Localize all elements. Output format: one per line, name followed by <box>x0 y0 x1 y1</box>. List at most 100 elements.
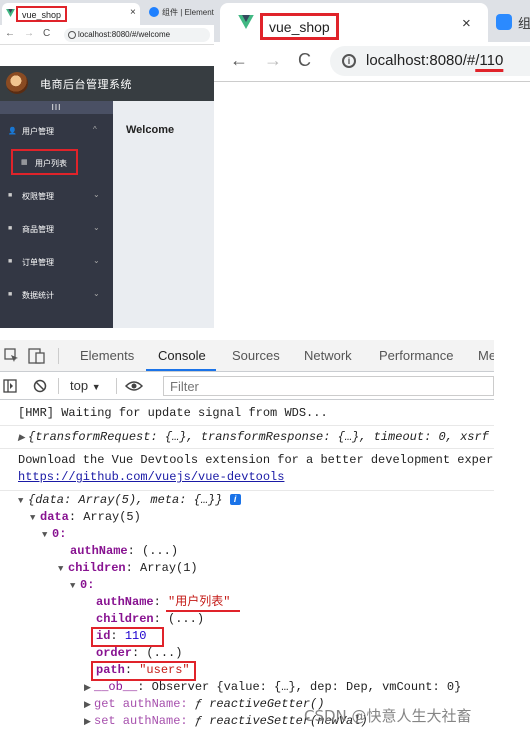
sidebar-toggle-icon[interactable] <box>3 379 17 393</box>
main-content: Welcome <box>113 101 214 328</box>
context-value: top <box>70 378 89 393</box>
address-bar[interactable]: i localhost:8080/#/110 <box>330 46 530 76</box>
vue-logo-icon <box>238 15 254 29</box>
tab-vue-shop[interactable]: vue_shop × <box>2 3 140 25</box>
sidebar-item-users[interactable]: 👤 用户管理 ^ <box>0 118 113 144</box>
tab-memory[interactable]: Me <box>478 348 494 363</box>
console-toolbar: top ▼ <box>0 372 494 400</box>
tree-node-child-path[interactable]: path: "users" <box>0 662 494 679</box>
console-text: {transformRequest: {…}, transformRespons… <box>28 430 489 444</box>
clear-console-icon[interactable] <box>33 379 47 393</box>
annotation-underline <box>166 610 240 612</box>
url-text: localhost:8080/#/welcome <box>78 30 171 39</box>
tab-element[interactable]: 组 <box>518 13 530 32</box>
address-bar[interactable]: localhost:8080/#/welcome <box>64 28 210 42</box>
tab-elements[interactable]: Elements <box>80 348 134 363</box>
browser-toolbar: ← → C localhost:8080/#/welcome <box>0 25 214 45</box>
tab-console[interactable]: Console <box>158 348 206 363</box>
property-key: children <box>68 561 126 575</box>
tab-vue-shop[interactable]: vue_shop × <box>220 3 488 42</box>
collapse-icon[interactable]: ▼ <box>58 561 68 578</box>
colon: : <box>132 646 147 660</box>
property-key: children <box>96 612 154 626</box>
property-key: get authName: <box>94 697 188 711</box>
goods-icon: ■ <box>8 225 13 232</box>
collapse-icon[interactable]: ▼ <box>70 578 80 595</box>
console-text: [HMR] Waiting for update signal from WDS… <box>18 406 328 420</box>
tab-performance[interactable]: Performance <box>379 348 453 363</box>
eye-icon[interactable] <box>125 380 143 392</box>
sidebar-item-permissions[interactable]: ■ 权限管理 ⌄ <box>0 183 113 209</box>
property-key: __ob__ <box>94 680 138 694</box>
tab-sources[interactable]: Sources <box>232 348 280 363</box>
sidebar-item-goods[interactable]: ■ 商品管理 ⌄ <box>0 216 113 242</box>
tree-node-children[interactable]: ▼ children: Array(1) <box>0 560 494 578</box>
tab-network[interactable]: Network <box>304 348 352 363</box>
expand-icon[interactable]: ▶ <box>18 430 28 447</box>
expand-icon[interactable]: ▶ <box>84 680 94 697</box>
colon: : <box>153 612 169 626</box>
divider <box>58 348 59 364</box>
expand-icon[interactable]: ▶ <box>84 697 94 714</box>
sidebar-item-label: 权限管理 <box>22 192 54 201</box>
property-key: authName <box>96 595 154 609</box>
back-icon[interactable]: ← <box>5 28 15 39</box>
expand-icon[interactable]: ▶ <box>84 714 94 731</box>
reload-icon[interactable]: C <box>43 28 50 39</box>
collapse-icon[interactable]: ▼ <box>42 527 52 544</box>
tree-node-authname[interactable]: authName: (...) <box>0 543 494 560</box>
context-select[interactable]: top ▼ <box>70 378 101 393</box>
object-root[interactable]: ▼ {data: Array(5), meta: {…}} i <box>0 492 494 510</box>
sidebar-item-label: 用户管理 <box>22 127 54 136</box>
console-filter-input[interactable] <box>163 376 494 396</box>
tree-node-child-index[interactable]: ▼ 0: <box>0 577 494 595</box>
collapse-icon[interactable]: ▼ <box>18 493 28 510</box>
grid-icon: ▦ <box>21 159 28 166</box>
tab-bar: vue_shop × 组件 | Element <box>0 0 214 25</box>
forward-icon[interactable]: → <box>24 28 34 39</box>
browser-toolbar: ← → C i localhost:8080/#/110 <box>214 42 530 82</box>
app-header: 电商后台管理系统 <box>0 66 214 101</box>
colon: : <box>127 544 143 558</box>
sidebar-toggle-button[interactable]: III <box>0 101 113 114</box>
reload-icon[interactable]: C <box>298 50 311 71</box>
tab-element[interactable]: 组件 | Element <box>162 7 214 18</box>
sidebar-subitem-user-list[interactable]: ▦ 用户列表 <box>11 149 78 175</box>
close-icon[interactable]: × <box>462 15 471 32</box>
tree-node-child-authname[interactable]: authName: "用户列表" <box>0 594 494 611</box>
property-key: order <box>96 646 133 660</box>
user-icon: 👤 <box>8 128 17 135</box>
tree-node-index[interactable]: ▼ 0: <box>0 526 494 544</box>
back-icon[interactable]: ← <box>230 50 248 71</box>
tree-node-child-children[interactable]: children: (...) <box>0 611 494 628</box>
large-browser-window: vue_shop × 组 ← → C i localhost:8080/#/11… <box>214 0 530 328</box>
sidebar-item-orders[interactable]: ■ 订单管理 ⌄ <box>0 249 113 275</box>
console-message[interactable]: ▶ {transformRequest: {…}, transformRespon… <box>0 427 494 449</box>
collapse-icon[interactable]: ▼ <box>30 510 40 527</box>
sidebar-item-reports[interactable]: ■ 数据统计 ⌄ <box>0 282 113 308</box>
property-value: Observer {value: {…}, dep: Dep, vmCount:… <box>151 680 462 694</box>
console-text: Download the Vue Devtools extension for … <box>18 453 494 467</box>
divider <box>58 378 59 394</box>
divider <box>116 378 117 394</box>
inspect-icon[interactable] <box>4 348 20 364</box>
tree-node-data[interactable]: ▼ data: Array(5) <box>0 509 494 527</box>
small-browser-window: vue_shop × 组件 | Element ← → C localhost:… <box>0 0 214 328</box>
url-text: localhost:8080/#/110 <box>366 52 503 69</box>
tree-node-child-id[interactable]: id: 110 <box>0 628 494 645</box>
property-key: set authName: <box>94 714 188 728</box>
info-icon: i <box>229 494 241 505</box>
property-value: Array(5) <box>83 510 141 524</box>
chevron-down-icon: ▼ <box>91 382 101 392</box>
console-message: Download the Vue Devtools extension for … <box>0 451 494 491</box>
devtools-link[interactable]: https://github.com/vuejs/vue-devtools <box>18 469 494 486</box>
device-toggle-icon[interactable] <box>28 347 46 365</box>
chart-icon: ■ <box>8 291 13 298</box>
forward-icon[interactable]: → <box>264 50 282 71</box>
tab-title: vue_shop <box>16 6 68 22</box>
tab-bar: vue_shop × 组 <box>214 0 530 42</box>
close-icon[interactable]: × <box>130 7 136 18</box>
colon: : <box>125 561 141 575</box>
tree-node-observer[interactable]: ▶ __ob__: Observer {value: {…}, dep: Dep,… <box>0 679 494 697</box>
tree-node-child-order[interactable]: order: (...) <box>0 645 494 662</box>
